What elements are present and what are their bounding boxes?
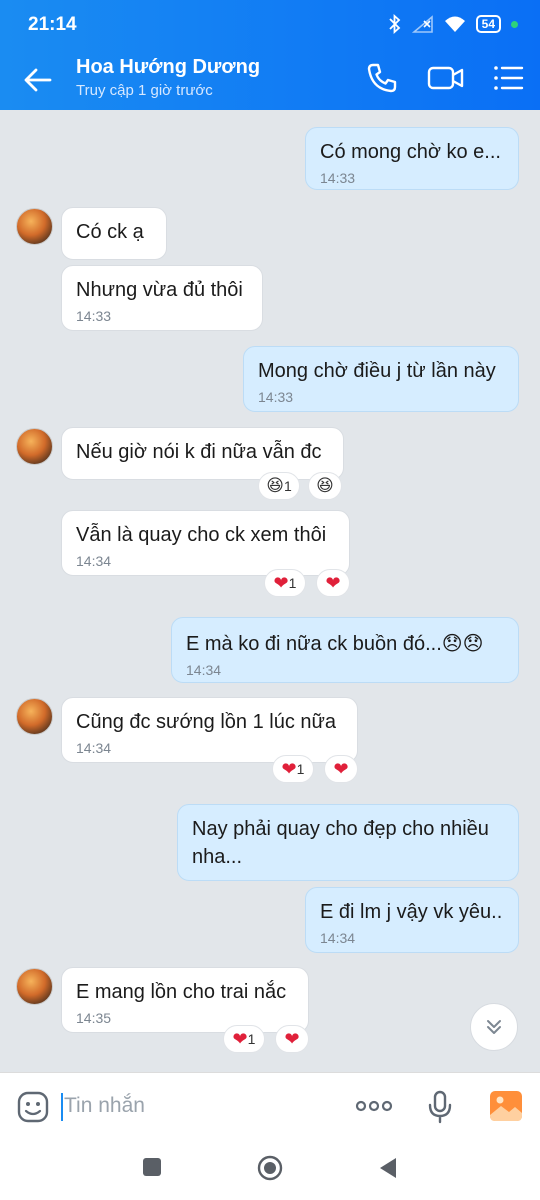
phone-icon[interactable] bbox=[364, 60, 400, 96]
message-bubble-incoming[interactable]: Vẫn là quay cho ck xem thôi 14:34 bbox=[61, 510, 350, 576]
message-text: E mà ko đi nữa ck buồn đó...😞😞 bbox=[186, 633, 484, 655]
bluetooth-icon bbox=[389, 14, 400, 34]
message-bubble-outgoing[interactable]: Nay phải quay cho đẹp cho nhiều nha... bbox=[177, 804, 519, 881]
contact-name[interactable]: Hoa Hướng Dương bbox=[76, 56, 260, 79]
react-button[interactable]: ❤ bbox=[275, 1025, 309, 1053]
message-text: Nếu giờ nói k đi nữa vẫn đc bbox=[76, 441, 322, 463]
message-input[interactable]: Tin nhắn bbox=[64, 1094, 145, 1118]
heart-icon: ❤ bbox=[333, 759, 349, 779]
message-composer: Tin nhắn bbox=[0, 1072, 540, 1138]
chat-header: 21:14 54 Hoa Hướng Dương Truy cập 1 giờ … bbox=[0, 0, 540, 110]
message-text: E mang lồn cho trai nắc bbox=[76, 981, 287, 1003]
message-time: 14:34 bbox=[186, 662, 222, 678]
laugh-emoji-icon: 😆 bbox=[316, 476, 334, 495]
avatar[interactable] bbox=[16, 698, 53, 735]
message-bubble-outgoing[interactable]: Có mong chờ ko e... 14:33 bbox=[305, 127, 519, 190]
message-text: Có mong chờ ko e... bbox=[320, 141, 501, 163]
message-time: 14:34 bbox=[320, 930, 356, 946]
react-button[interactable]: 😆 bbox=[308, 472, 342, 500]
message-time: 14:34 bbox=[76, 553, 112, 569]
recents-button[interactable] bbox=[143, 1158, 161, 1176]
message-time: 14:33 bbox=[76, 308, 112, 324]
reaction-count: 1 bbox=[247, 1031, 256, 1047]
status-time: 21:14 bbox=[28, 14, 77, 35]
sticker-icon[interactable] bbox=[16, 1090, 50, 1124]
message-text: Vẫn là quay cho ck xem thôi bbox=[76, 524, 327, 546]
reaction-summary[interactable]: ❤ 1 bbox=[272, 755, 314, 783]
last-seen-status: Truy cập 1 giờ trước bbox=[76, 82, 213, 99]
video-call-icon[interactable] bbox=[426, 60, 466, 96]
wifi-icon bbox=[444, 16, 465, 32]
laugh-emoji-icon: 😆 bbox=[266, 476, 284, 495]
message-text: Có ck ạ bbox=[76, 221, 144, 243]
home-button[interactable] bbox=[257, 1155, 283, 1181]
heart-icon: ❤ bbox=[325, 573, 341, 593]
react-button[interactable]: ❤ bbox=[324, 755, 358, 783]
message-bubble-outgoing[interactable]: E đi lm j vậy vk yêu.. 14:34 bbox=[305, 887, 519, 953]
message-bubble-incoming[interactable]: E mang lồn cho trai nắc 14:35 bbox=[61, 967, 309, 1033]
battery-indicator: 54 bbox=[475, 15, 501, 33]
message-bubble-outgoing[interactable]: Mong chờ điều j từ lần này 14:33 bbox=[243, 346, 519, 412]
back-nav-button[interactable] bbox=[377, 1156, 399, 1180]
heart-icon: ❤ bbox=[273, 573, 289, 593]
menu-list-icon[interactable] bbox=[490, 60, 526, 96]
avatar[interactable] bbox=[16, 968, 53, 1005]
text-cursor bbox=[61, 1093, 63, 1121]
message-time: 14:35 bbox=[76, 1010, 112, 1026]
message-text-line: Nay phải quay cho đẹp cho nhiều bbox=[192, 818, 489, 840]
message-text: E đi lm j vậy vk yêu.. bbox=[320, 901, 503, 923]
reaction-summary[interactable]: ❤ 1 bbox=[264, 569, 306, 597]
avatar[interactable] bbox=[16, 208, 53, 245]
message-bubble-incoming[interactable]: Nếu giờ nói k đi nữa vẫn đc bbox=[61, 427, 344, 480]
message-time: 14:34 bbox=[76, 740, 112, 756]
message-text: Mong chờ điều j từ lần này bbox=[258, 360, 496, 382]
heart-icon: ❤ bbox=[232, 1029, 248, 1049]
back-arrow-icon[interactable] bbox=[20, 62, 56, 98]
message-bubble-incoming[interactable]: Cũng đc sướng lồn 1 lúc nữa 14:34 bbox=[61, 697, 358, 763]
microphone-icon[interactable] bbox=[426, 1089, 454, 1125]
image-icon[interactable] bbox=[488, 1089, 524, 1123]
message-text: Cũng đc sướng lồn 1 lúc nữa bbox=[76, 711, 337, 733]
reaction-count: 1 bbox=[288, 575, 297, 591]
avatar[interactable] bbox=[16, 428, 53, 465]
system-icons: 54 bbox=[388, 14, 518, 34]
status-dot bbox=[511, 20, 518, 28]
message-bubble-incoming[interactable]: Có ck ạ bbox=[61, 207, 167, 260]
signal-icon bbox=[411, 15, 433, 33]
more-icon[interactable] bbox=[355, 1098, 393, 1114]
message-time: 14:33 bbox=[258, 389, 294, 405]
status-bar: 21:14 54 bbox=[0, 0, 540, 48]
reaction-count: 1 bbox=[283, 478, 292, 494]
reaction-summary[interactable]: 😆 1 bbox=[258, 472, 300, 500]
reaction-summary[interactable]: ❤ 1 bbox=[223, 1025, 265, 1053]
reaction-count: 1 bbox=[296, 761, 305, 777]
scroll-down-icon bbox=[487, 1020, 501, 1034]
system-navigation-bar bbox=[0, 1138, 540, 1200]
message-time: 14:33 bbox=[320, 170, 356, 186]
message-text-line: nha... bbox=[192, 846, 243, 868]
react-button[interactable]: ❤ bbox=[316, 569, 350, 597]
heart-icon: ❤ bbox=[281, 759, 297, 779]
chat-message-list[interactable]: Có mong chờ ko e... 14:33 Có ck ạ Nhưng … bbox=[0, 110, 540, 1072]
message-bubble-outgoing[interactable]: E mà ko đi nữa ck buồn đó...😞😞 14:34 bbox=[171, 617, 519, 683]
message-bubble-incoming[interactable]: Nhưng vừa đủ thôi 14:33 bbox=[61, 265, 263, 331]
message-text: Nhưng vừa đủ thôi bbox=[76, 279, 243, 301]
scroll-to-bottom-button[interactable] bbox=[470, 1003, 518, 1051]
heart-icon: ❤ bbox=[284, 1029, 300, 1049]
